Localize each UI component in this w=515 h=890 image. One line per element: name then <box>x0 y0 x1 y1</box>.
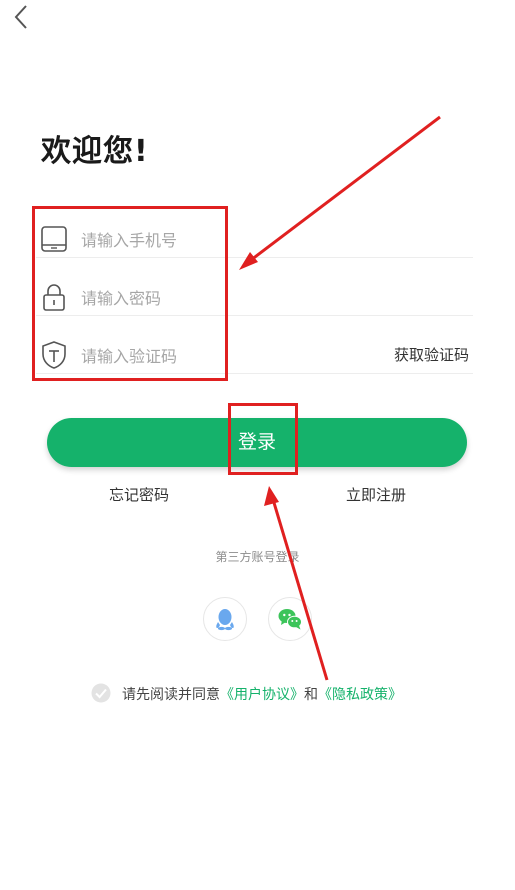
get-code-button[interactable]: 获取验证码 <box>394 344 469 365</box>
back-button[interactable] <box>8 2 38 32</box>
login-button[interactable]: 登录 <box>47 418 467 467</box>
agreement-prefix: 请先阅读并同意 <box>122 687 220 703</box>
wechat-login-button[interactable] <box>268 597 312 641</box>
check-circle-icon[interactable] <box>91 683 111 703</box>
agreement-text: 请先阅读并同意《用户协议》和《隐私政策》 <box>122 684 402 704</box>
page-title: 欢迎您! <box>41 134 149 169</box>
code-input[interactable] <box>79 340 383 372</box>
third-party-label: 第三方账号登录 <box>215 550 300 564</box>
password-field[interactable] <box>36 268 473 326</box>
user-agreement-link[interactable]: 《用户协议》 <box>220 687 304 703</box>
divider <box>36 373 473 374</box>
forgot-password-link[interactable]: 忘记密码 <box>109 484 169 505</box>
wechat-icon <box>278 609 302 630</box>
shield-icon <box>42 341 66 369</box>
qq-login-button[interactable] <box>203 597 247 641</box>
password-input[interactable] <box>79 282 383 314</box>
divider <box>36 315 473 316</box>
phone-field[interactable] <box>36 210 473 268</box>
phone-input[interactable] <box>79 224 383 256</box>
register-link[interactable]: 立即注册 <box>346 484 406 505</box>
annotation-arrow <box>270 495 329 681</box>
chevron-left-icon <box>14 5 27 29</box>
phone-icon <box>41 226 67 252</box>
annotation-arrowhead <box>264 486 279 506</box>
lock-icon <box>43 284 65 311</box>
privacy-policy-link[interactable]: 《隐私政策》 <box>318 687 402 703</box>
divider <box>36 257 473 258</box>
agreement-and: 和 <box>304 687 318 703</box>
qq-icon <box>216 609 234 631</box>
